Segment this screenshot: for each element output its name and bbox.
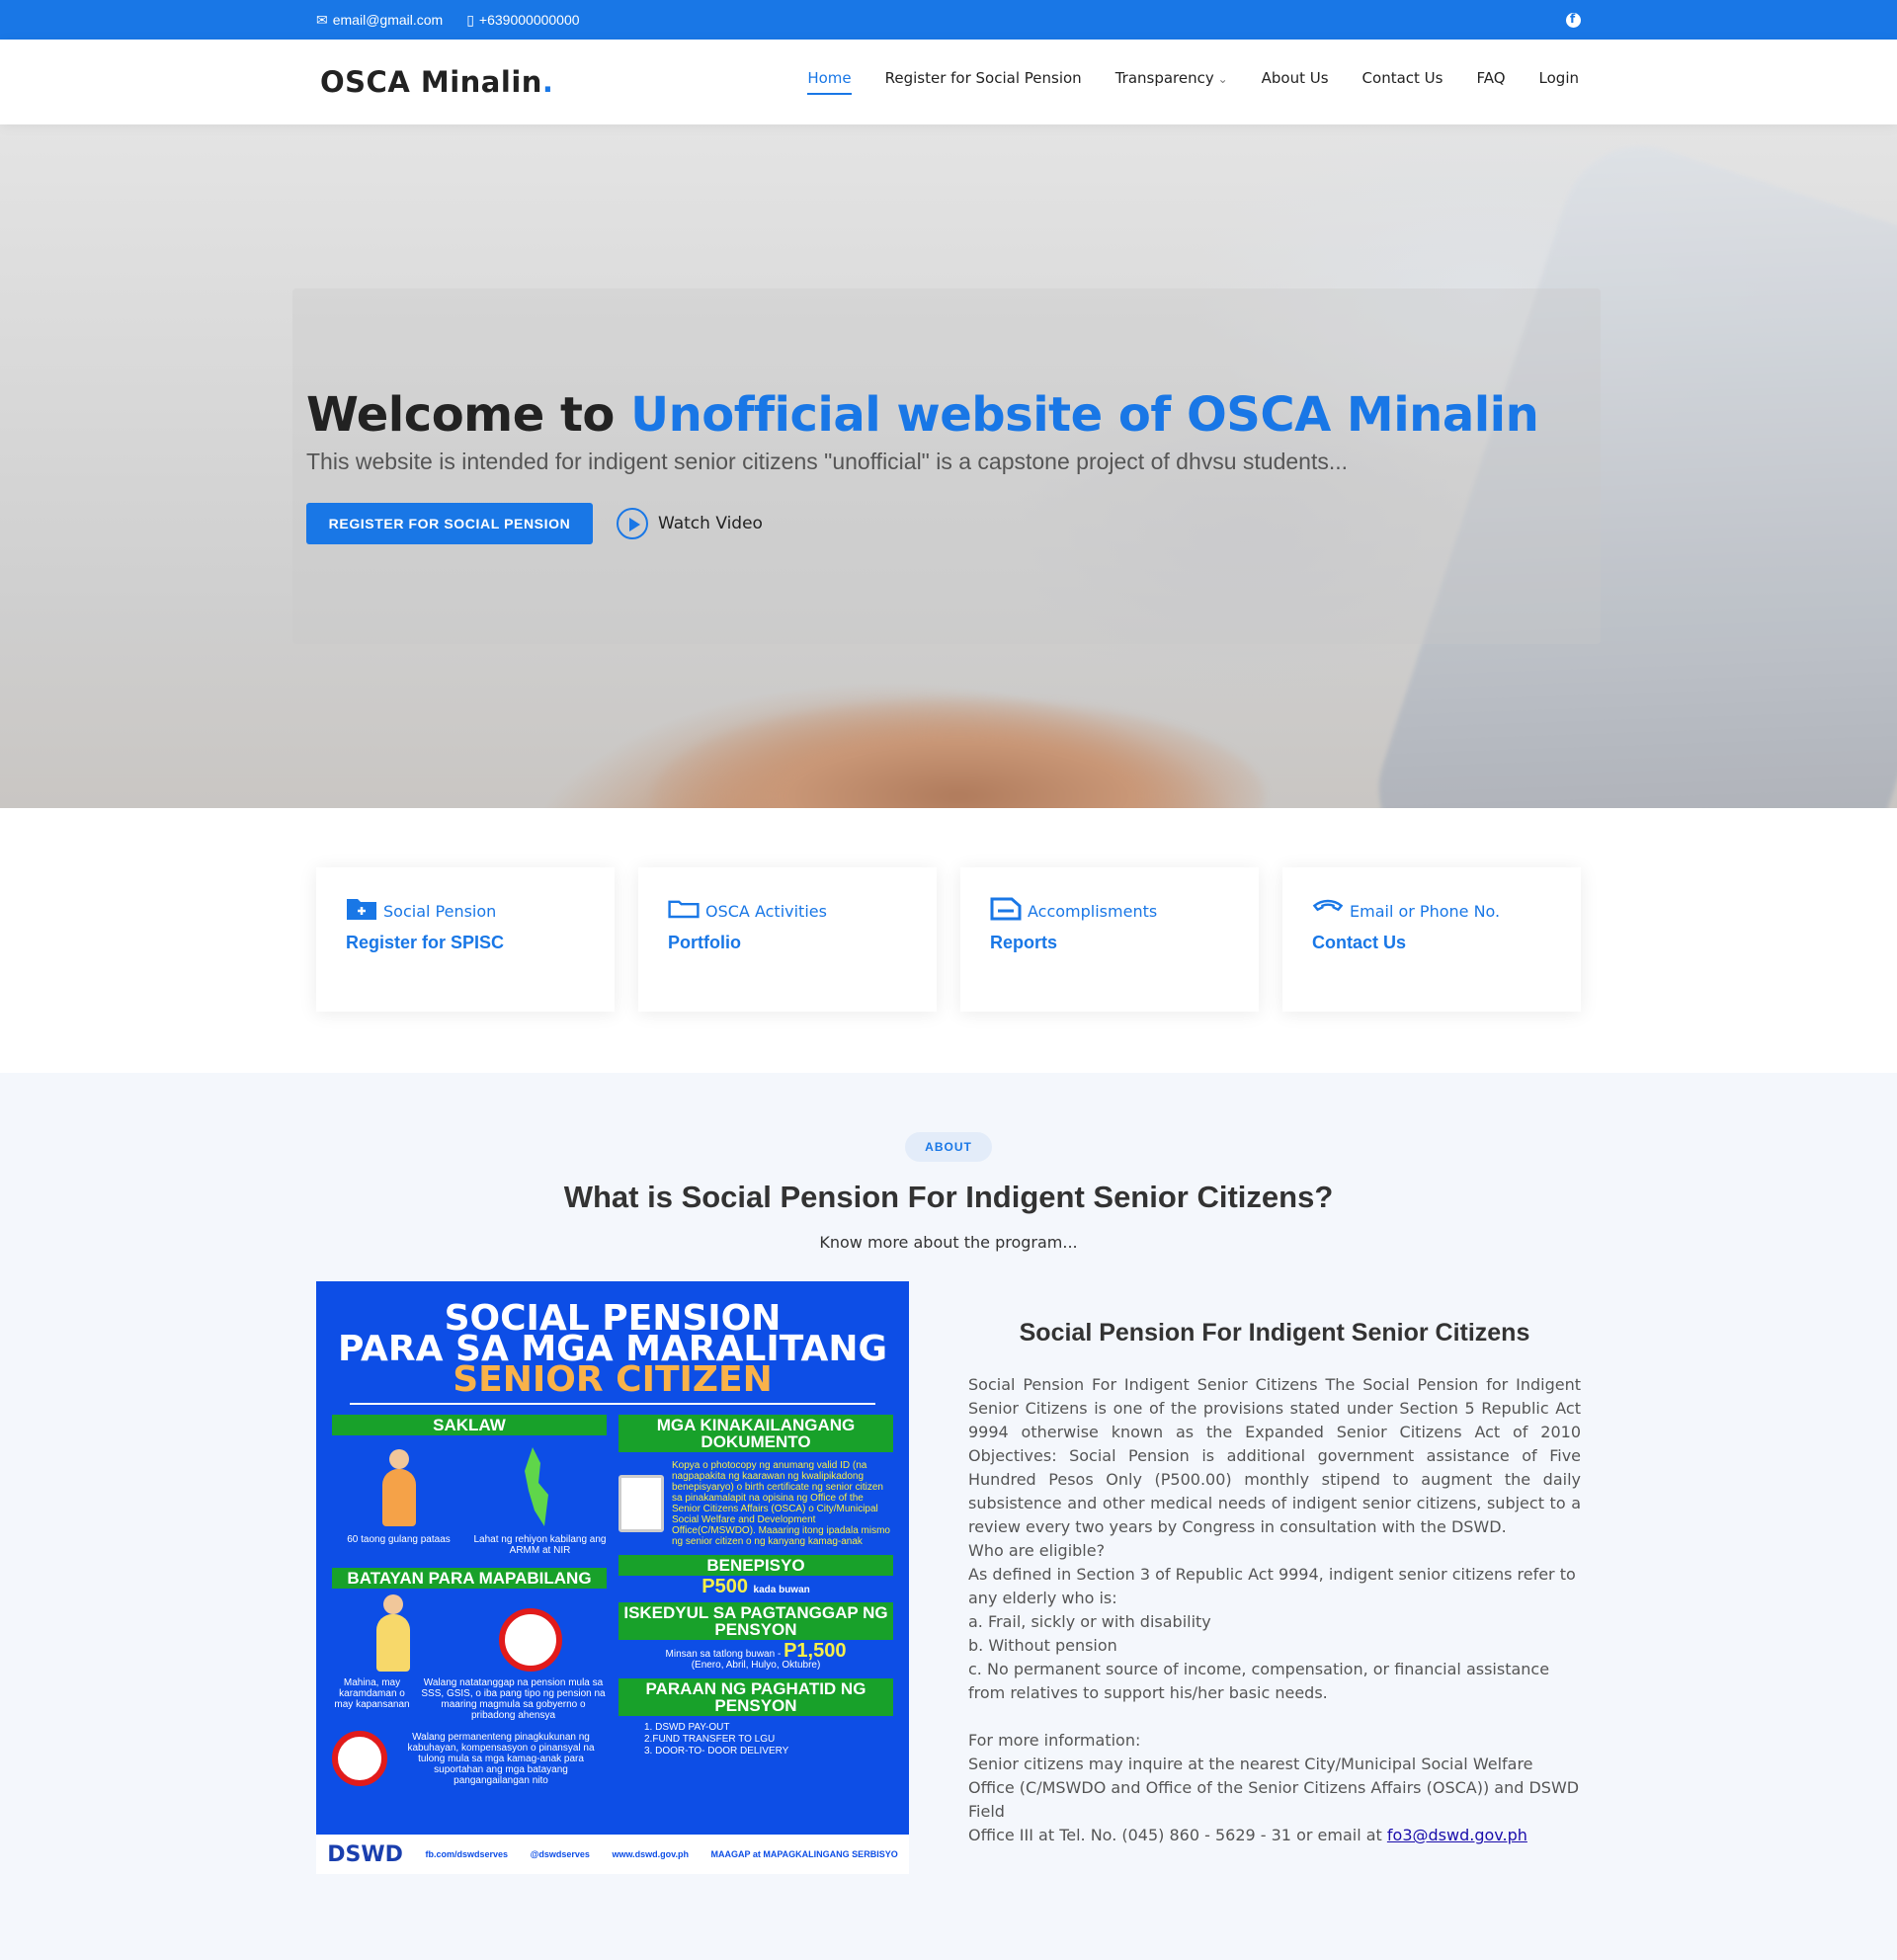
nav-about[interactable]: About Us [1262, 69, 1329, 95]
dswd-logo: DSWD [327, 1841, 403, 1867]
poster-left-column: SAKLAW 60 taong gulang pataas Lahat ng r… [332, 1415, 607, 1786]
report-icon [990, 897, 1022, 921]
hero-title: Welcome to Unofficial website of OSCA Mi… [306, 387, 1539, 443]
phone-icon [1312, 899, 1344, 912]
feature-card-reports[interactable]: Accomplisments Reports [960, 867, 1259, 1012]
about-text-title: Social Pension For Indigent Senior Citiz… [1019, 1319, 1530, 1347]
about-paragraph: Social Pension For Indigent Senior Citiz… [968, 1375, 1581, 1536]
feature-card-portfolio[interactable]: OSCA Activities Portfolio [638, 867, 937, 1012]
about-badge: ABOUT [905, 1132, 992, 1162]
phone-contact[interactable]: ▯ +639000000000 [466, 12, 579, 29]
hero-section: Welcome to Unofficial website of OSCA Mi… [0, 124, 1897, 808]
feature-card-spisc[interactable]: Social Pension Register for SPISC [316, 867, 615, 1012]
contact-info: ✉ email@gmail.com ▯ +639000000000 [316, 12, 580, 29]
elderly-couple-icon [382, 1449, 416, 1526]
poster-benepisyo-header: BENEPISYO [619, 1555, 893, 1576]
envelope-icon: ✉ [316, 11, 328, 28]
nav-register[interactable]: Register for Social Pension [885, 69, 1082, 95]
poster-saklaw-header: SAKLAW [332, 1415, 607, 1435]
hero-content: Welcome to Unofficial website of OSCA Mi… [306, 387, 1539, 544]
no-pension-icon [499, 1608, 562, 1672]
email-contact[interactable]: ✉ email@gmail.com [316, 12, 443, 29]
website-link: www.dswd.gov.ph [612, 1849, 689, 1859]
philippines-map-icon [525, 1447, 548, 1526]
poster-paraan-header: PARAAN NG PAGHATID NG PENSYON [619, 1678, 893, 1716]
poster-dokumento-header: MGA KINAKAILANGANG DOKUMENTO [619, 1415, 893, 1452]
nav-transparency[interactable]: Transparency [1115, 69, 1228, 95]
folder-icon [668, 900, 700, 919]
play-icon [617, 508, 648, 539]
about-section: ABOUT What is Social Pension For Indigen… [0, 1073, 1897, 1960]
poster-right-column: MGA KINAKAILANGANG DOKUMENTO Kopya o pho… [619, 1415, 893, 1786]
register-social-pension-button[interactable]: REGISTER FOR SOCIAL PENSION [306, 503, 593, 544]
pension-folder-icon [347, 899, 376, 920]
site-logo[interactable]: OSCA Minalin. [320, 65, 553, 99]
poster-footer: DSWD fb.com/dswdserves @dswdserves www.d… [316, 1835, 909, 1874]
features-section: Social Pension Register for SPISC OSCA A… [0, 808, 1897, 1073]
twitter-link: @dswdserves [530, 1849, 590, 1859]
about-text: Social Pension For Indigent Senior Citiz… [968, 1319, 1581, 1844]
facebook-link: fb.com/dswdserves [425, 1849, 509, 1859]
main-nav: Home Register for Social Pension Transpa… [807, 69, 1579, 95]
hero-background-hands [652, 697, 1265, 808]
nav-faq[interactable]: FAQ [1476, 69, 1505, 95]
nav-login[interactable]: Login [1539, 69, 1579, 95]
watch-video-button[interactable]: Watch Video [617, 508, 763, 539]
social-pension-poster: SOCIAL PENSION PARA SA MGA MARALITANG SE… [316, 1281, 909, 1874]
nav-home[interactable]: Home [807, 69, 852, 95]
hero-subtitle: This website is intended for indigent se… [306, 449, 1349, 474]
feature-card-contact[interactable]: Email or Phone No. Contact Us [1282, 867, 1581, 1012]
maagap-logo: MAAGAP at MAPAGKALINGANG SERBISYO [710, 1849, 898, 1859]
about-heading: What is Social Pension For Indigent Seni… [563, 1180, 1334, 1214]
site-header: OSCA Minalin. Home Register for Social P… [0, 40, 1897, 124]
top-bar: ✉ email@gmail.com ▯ +639000000000 [0, 0, 1897, 40]
poster-batayan-header: BATAYAN PARA MAPABILANG [332, 1568, 607, 1589]
clipboard-icon [619, 1475, 664, 1532]
elderly-cane-icon [376, 1594, 410, 1672]
no-money-icon [332, 1731, 387, 1786]
mobile-icon: ▯ [466, 11, 474, 28]
nav-contact[interactable]: Contact Us [1362, 69, 1443, 95]
facebook-icon[interactable] [1566, 12, 1581, 28]
dswd-email-link[interactable]: fo3@dswd.gov.ph [1387, 1826, 1527, 1844]
poster-iskedyul-header: ISKEDYUL SA PAGTANGGAP NG PENSYON [619, 1602, 893, 1640]
poster-title: SOCIAL PENSION PARA SA MGA MARALITANG SE… [337, 1298, 888, 1400]
about-subheading: Know more about the program... [819, 1233, 1078, 1252]
